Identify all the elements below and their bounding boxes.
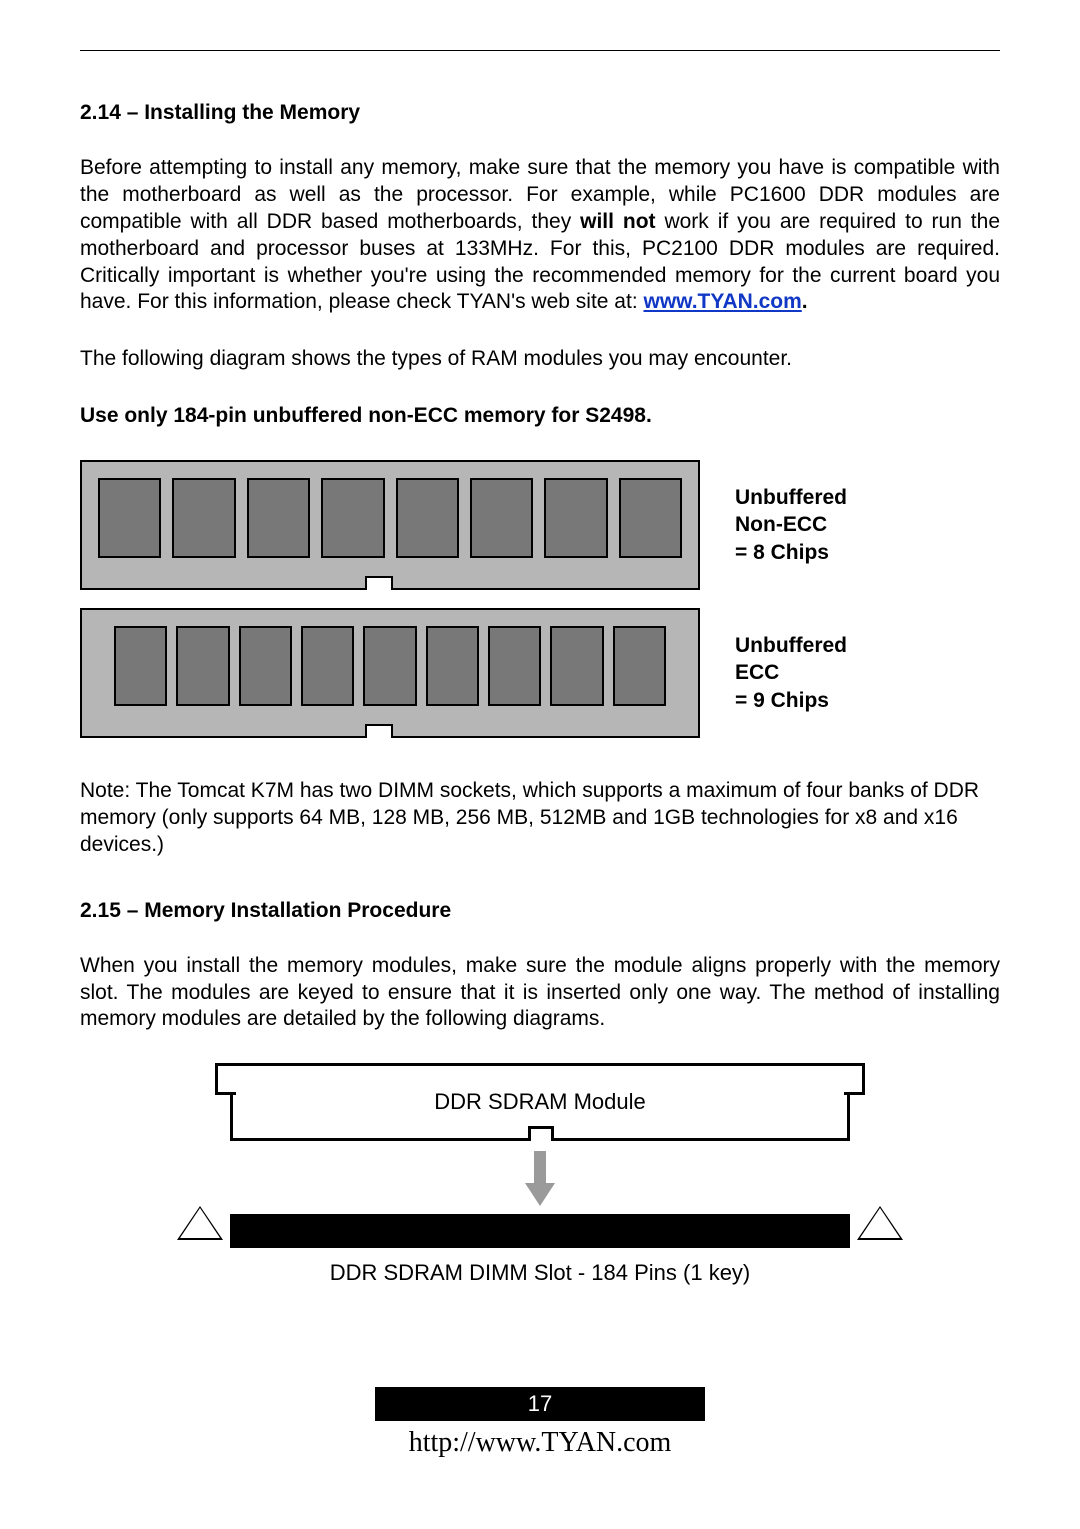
memory-requirement: Use only 184-pin unbuffered non-ECC memo… — [80, 403, 1000, 430]
page-number: 17 — [375, 1387, 705, 1421]
footer-url: http://www.TYAN.com — [0, 1427, 1080, 1459]
page-footer: 17 http://www.TYAN.com — [0, 1387, 1080, 1459]
ram-module-8chip — [80, 460, 700, 590]
heading-2-15: 2.15 – Memory Installation Procedure — [80, 899, 1000, 923]
ram-chip — [239, 626, 292, 706]
period: . — [802, 290, 808, 313]
chip-row — [98, 478, 682, 558]
module-edge — [230, 1138, 850, 1141]
chip-row — [114, 626, 666, 706]
ram-chip — [613, 626, 666, 706]
text: Unbuffered — [735, 486, 847, 509]
emphasis-will-not: will not — [580, 210, 655, 233]
text: Unbuffered — [735, 634, 847, 657]
clip-left-icon — [180, 1208, 220, 1238]
text: = 8 Chips — [735, 541, 829, 564]
ram-diagram-block: Unbuffered Non-ECC = 8 Chips — [80, 460, 1000, 738]
arrow-down-icon — [525, 1151, 555, 1206]
ram-chip — [396, 478, 459, 558]
ram-row-nonecc: Unbuffered Non-ECC = 8 Chips — [80, 460, 1000, 590]
heading-2-14: 2.14 – Installing the Memory — [80, 101, 1000, 125]
ram-row-ecc: Unbuffered ECC = 9 Chips — [80, 608, 1000, 738]
ram-chip — [426, 626, 479, 706]
slot-key — [528, 1214, 548, 1248]
top-rule — [80, 50, 1000, 51]
ram-label-nonecc: Unbuffered Non-ECC = 8 Chips — [735, 484, 847, 566]
module-key-notch — [528, 1126, 554, 1141]
ram-chip — [172, 478, 235, 558]
ram-chip — [363, 626, 416, 706]
ram-chip — [98, 478, 161, 558]
install-paragraph: When you install the memory modules, mak… — [80, 953, 1000, 1034]
dimm-slot — [230, 1214, 850, 1248]
page: 2.14 – Installing the Memory Before atte… — [0, 0, 1080, 1529]
text: Non-ECC — [735, 513, 827, 536]
insertion-diagram: DDR SDRAM Module DDR SDRAM DIMM Slot - 1… — [190, 1063, 890, 1286]
ram-chip — [550, 626, 603, 706]
text: ECC — [735, 661, 779, 684]
ram-chip — [114, 626, 167, 706]
module-label: DDR SDRAM Module — [434, 1089, 646, 1115]
ram-chip — [470, 478, 533, 558]
ram-chip — [176, 626, 229, 706]
slot-wrap — [190, 1214, 890, 1248]
ram-chip — [619, 478, 682, 558]
ram-chip — [544, 478, 607, 558]
module-notch — [365, 576, 393, 590]
ram-label-ecc: Unbuffered ECC = 9 Chips — [735, 632, 847, 714]
ram-module-9chip — [80, 608, 700, 738]
ram-chip — [321, 478, 384, 558]
ram-chip — [301, 626, 354, 706]
dimm-note: Note: The Tomcat K7M has two DIMM socket… — [80, 778, 1000, 859]
tyan-link[interactable]: www.TYAN.com — [643, 290, 801, 313]
text: = 9 Chips — [735, 689, 829, 712]
diagram-intro: The following diagram shows the types of… — [80, 346, 1000, 373]
slot-label: DDR SDRAM DIMM Slot - 184 Pins (1 key) — [190, 1260, 890, 1286]
ram-chip — [488, 626, 541, 706]
intro-paragraph: Before attempting to install any memory,… — [80, 155, 1000, 316]
clip-right-icon — [860, 1208, 900, 1238]
ram-chip — [247, 478, 310, 558]
module-notch — [365, 724, 393, 738]
